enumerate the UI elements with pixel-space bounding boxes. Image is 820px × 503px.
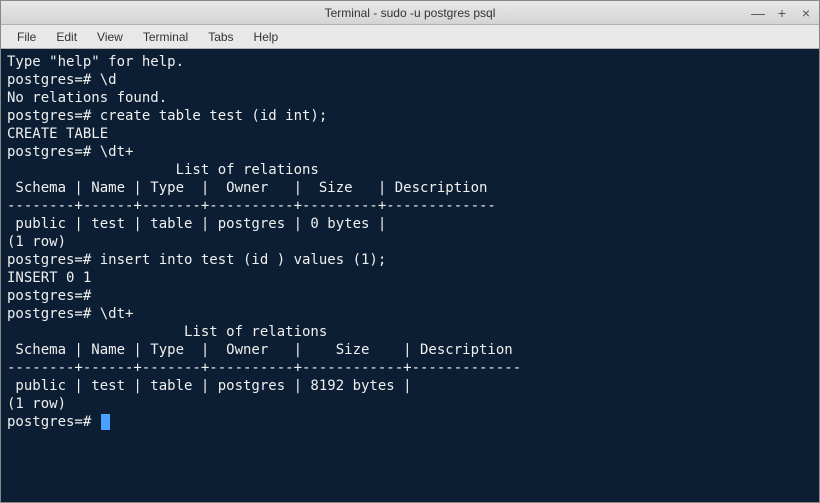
maximize-icon[interactable]: + (775, 6, 789, 20)
window-title: Terminal - sudo -u postgres psql (325, 6, 496, 20)
terminal-line: public | test | table | postgres | 8192 … (7, 377, 813, 395)
terminal-line: postgres=# \dt+ (7, 305, 813, 323)
terminal-line: List of relations (7, 323, 813, 341)
terminal-line: public | test | table | postgres | 0 byt… (7, 215, 813, 233)
terminal-line: Schema | Name | Type | Owner | Size | De… (7, 179, 813, 197)
menu-view[interactable]: View (87, 27, 133, 47)
menu-help[interactable]: Help (244, 27, 289, 47)
terminal-line: --------+------+-------+----------+-----… (7, 359, 813, 377)
terminal-line: postgres=# create table test (id int); (7, 107, 813, 125)
terminal-line: CREATE TABLE (7, 125, 813, 143)
terminal-line: postgres=# insert into test (id ) values… (7, 251, 813, 269)
terminal-line: (1 row) (7, 233, 813, 251)
terminal-content[interactable]: Type "help" for help.postgres=# \dNo rel… (1, 49, 819, 502)
titlebar[interactable]: Terminal - sudo -u postgres psql — + × (1, 1, 819, 25)
terminal-window: Terminal - sudo -u postgres psql — + × F… (0, 0, 820, 503)
menu-file[interactable]: File (7, 27, 46, 47)
terminal-line: INSERT 0 1 (7, 269, 813, 287)
terminal-line: No relations found. (7, 89, 813, 107)
minimize-icon[interactable]: — (751, 6, 765, 20)
terminal-line: --------+------+-------+----------+-----… (7, 197, 813, 215)
menu-tabs[interactable]: Tabs (198, 27, 243, 47)
terminal-line: Schema | Name | Type | Owner | Size | De… (7, 341, 813, 359)
terminal-line: postgres=# \d (7, 71, 813, 89)
close-icon[interactable]: × (799, 6, 813, 20)
menubar: File Edit View Terminal Tabs Help (1, 25, 819, 49)
terminal-line: postgres=# \dt+ (7, 143, 813, 161)
window-controls: — + × (751, 6, 813, 20)
terminal-line: Type "help" for help. (7, 53, 813, 71)
terminal-line: postgres=# (7, 413, 813, 431)
menu-edit[interactable]: Edit (46, 27, 87, 47)
terminal-line: (1 row) (7, 395, 813, 413)
terminal-line: postgres=# (7, 287, 813, 305)
menu-terminal[interactable]: Terminal (133, 27, 198, 47)
cursor-icon (101, 414, 110, 430)
terminal-line: List of relations (7, 161, 813, 179)
